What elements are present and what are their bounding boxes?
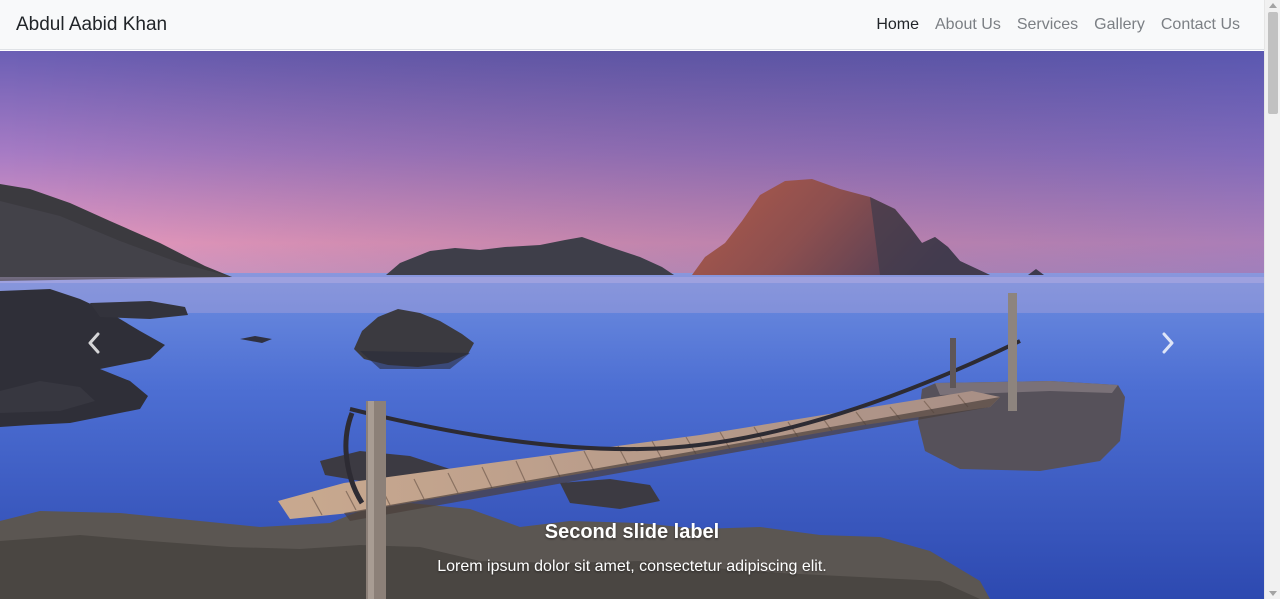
nav-link-services[interactable]: Services <box>1017 16 1078 34</box>
nav-link-home[interactable]: Home <box>876 16 919 34</box>
page-scrollbar[interactable] <box>1264 0 1280 599</box>
nav-links: Home About Us Services Gallery Contact U… <box>860 16 1240 34</box>
chevron-right-icon <box>1162 332 1174 354</box>
nav-link-gallery[interactable]: Gallery <box>1094 16 1145 34</box>
caption-text: Lorem ipsum dolor sit amet, consectetur … <box>437 558 827 575</box>
chevron-left-icon <box>88 332 100 354</box>
carousel-next-button[interactable] <box>1148 313 1188 373</box>
scroll-down-arrow-icon[interactable] <box>1269 591 1277 596</box>
scroll-up-arrow-icon[interactable] <box>1269 3 1277 8</box>
caption-title: Second slide label <box>544 521 720 543</box>
carousel-caption: Second slide label Lorem ipsum dolor sit… <box>0 521 1264 576</box>
brand-name[interactable]: Abdul Aabid Khan <box>16 14 167 36</box>
nav-link-about-us[interactable]: About Us <box>935 16 1001 34</box>
slide-image <box>0 51 1264 599</box>
scrollbar-thumb[interactable] <box>1268 12 1278 114</box>
top-navbar: Abdul Aabid Khan Home About Us Services … <box>0 0 1264 50</box>
hero-carousel: Second slide label Lorem ipsum dolor sit… <box>0 51 1264 599</box>
nav-link-contact-us[interactable]: Contact Us <box>1161 16 1240 34</box>
carousel-prev-button[interactable] <box>74 313 114 373</box>
